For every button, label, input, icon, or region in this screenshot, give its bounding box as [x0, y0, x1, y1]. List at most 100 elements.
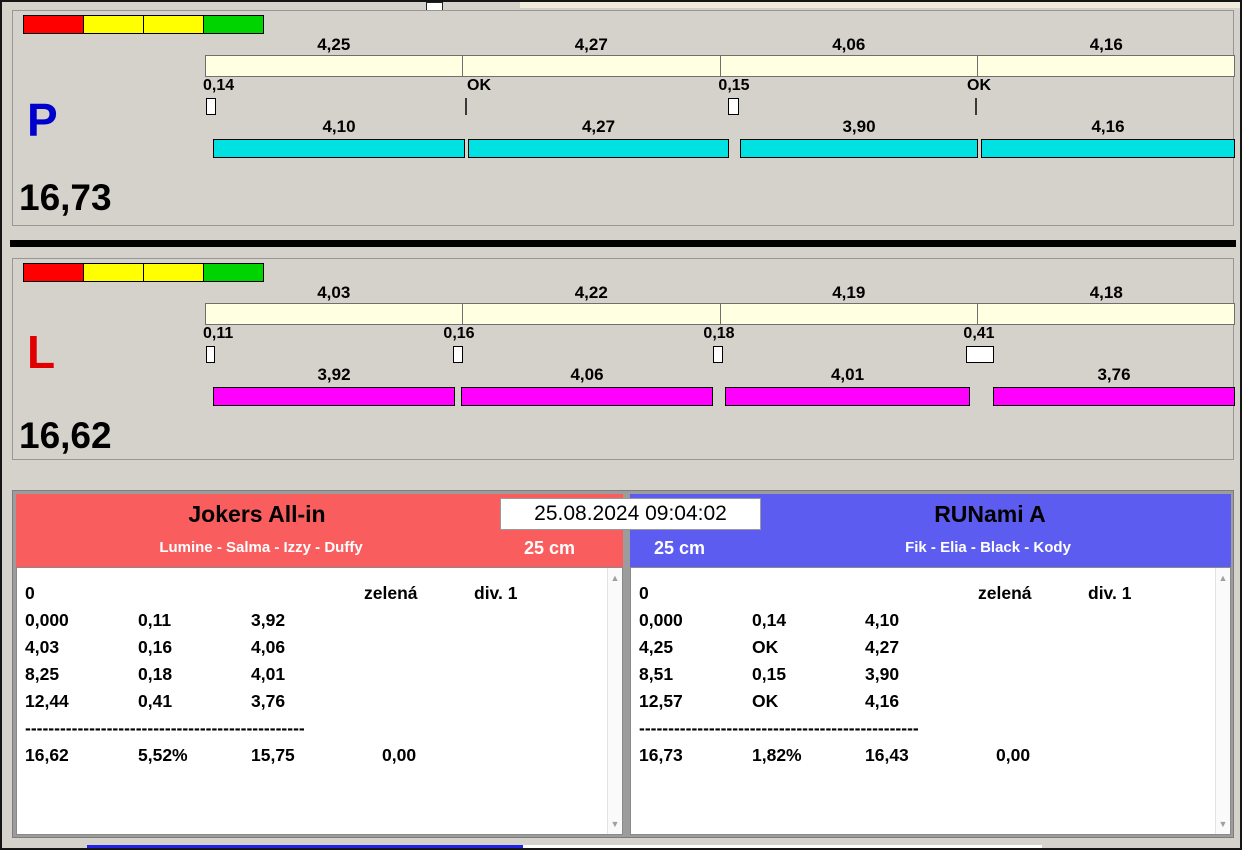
bottom-edge-white-bar	[523, 845, 1042, 848]
light-status: zelená	[978, 583, 1032, 603]
split-bar	[205, 55, 1235, 77]
result-row: 4,25 OK 4,27	[631, 637, 1230, 664]
dog-run-segment: 4,10	[213, 117, 465, 158]
team-panel-left: Jokers All-in Lumine - Salma - Izzy - Du…	[16, 494, 623, 835]
split-time: 4,19	[832, 283, 866, 302]
height-class-label: 25 cm	[524, 538, 576, 558]
results-section: Jokers All-in Lumine - Salma - Izzy - Du…	[12, 490, 1234, 838]
lane-panel-p: 4,25 4,27 4,06 4,16 0,14 OK 0,15 OK 4,10…	[12, 10, 1235, 226]
pass-indicator-box	[728, 98, 739, 115]
result-row-status: 0 zelená div. 1	[631, 583, 1230, 610]
lane-panel-l: 4,03 4,22 4,19 4,18 0,11 0,16 0,18 0,41 …	[12, 258, 1235, 460]
lane-divider	[10, 240, 1236, 247]
pass-time: 0,14	[752, 610, 787, 630]
lane-total-time: 16,73	[19, 177, 112, 218]
pass-time: 0,15	[752, 664, 787, 684]
pass-indicator-box	[966, 346, 994, 363]
team-dogs: Fik - Elia - Black - Kody	[905, 539, 1071, 556]
traffic-light-yellow-1	[83, 263, 144, 282]
scroll-up-icon[interactable]: ▲	[1216, 573, 1230, 583]
dog-time: 4,01	[251, 664, 286, 684]
light-status: zelená	[364, 583, 418, 603]
penalty-percent: 1,82%	[752, 745, 802, 765]
split-cell	[206, 56, 464, 76]
division-label: div. 1	[474, 583, 518, 603]
split-bar	[205, 303, 1235, 325]
cumulative-time: 8,51	[639, 664, 674, 684]
split-cell	[978, 56, 1234, 76]
pass-time-label: 0,41	[963, 325, 995, 342]
dog-run-segment: 4,06	[461, 365, 713, 406]
result-row: 0,000 0,14 4,10	[631, 610, 1230, 637]
pass-ok-tick	[975, 98, 977, 115]
penalty-percent: 5,52%	[138, 745, 188, 765]
dog-run-time: 3,76	[1097, 365, 1131, 384]
scrollbar[interactable]: ▲ ▼	[1215, 568, 1230, 834]
dog-time: 4,27	[865, 637, 900, 657]
pass-ok-tick	[465, 98, 467, 115]
team-results[interactable]: 0 zelená div. 1 0,000 0,11 3,92 4,03 0,1…	[16, 567, 623, 835]
dog-run-time: 4,01	[830, 365, 865, 384]
pass-indicator-box	[453, 346, 463, 363]
cumulative-time: 8,25	[25, 664, 60, 684]
scroll-up-icon[interactable]: ▲	[608, 573, 622, 583]
cumulative-time: 4,03	[25, 637, 60, 657]
bottom-edge-blue-bar	[87, 845, 523, 848]
top-edge-strip	[520, 2, 1240, 8]
result-row: 0,000 0,11 3,92	[17, 610, 622, 637]
result-row-summary: 16,62 5,52% 15,75 0,00	[17, 745, 622, 772]
split-cell	[206, 304, 464, 324]
traffic-light-red	[23, 15, 84, 34]
dog-run-time: 4,06	[570, 365, 604, 384]
traffic-light-green	[203, 15, 264, 34]
split-time: 4,18	[1089, 283, 1123, 302]
traffic-light-yellow-2	[143, 263, 204, 282]
pass-time-label: 0,15	[718, 77, 750, 94]
net-time: 16,43	[865, 745, 909, 765]
traffic-light-yellow-1	[83, 15, 144, 34]
split-cell	[978, 304, 1234, 324]
pass-time-label: 0,16	[443, 325, 475, 342]
dog-time: 4,16	[865, 691, 900, 711]
dog-time: 4,10	[865, 610, 900, 630]
split-time: 4,16	[1089, 35, 1123, 54]
dog-run-segment: 3,90	[740, 117, 978, 158]
dog-time: 4,06	[251, 637, 286, 657]
cumulative-time: 0,000	[639, 610, 683, 630]
lane-total-time: 16,62	[19, 415, 112, 456]
separator-line: ----------------------------------------…	[639, 718, 919, 738]
team-dogs: Lumine - Salma - Izzy - Duffy	[159, 539, 363, 556]
pass-time-label: OK	[467, 77, 491, 94]
pass-time: OK	[752, 691, 779, 711]
dog-run-segment: 4,27	[468, 117, 729, 158]
team-results[interactable]: 0 zelená div. 1 0,000 0,14 4,10 4,25 OK …	[630, 567, 1231, 835]
pass-time: 0,16	[138, 637, 173, 657]
cumulative-time: 12,57	[639, 691, 683, 711]
total-time: 16,62	[25, 745, 69, 765]
dog-run-time: 3,90	[842, 117, 876, 136]
pass-time: 0,11	[138, 610, 172, 630]
scroll-down-icon[interactable]: ▼	[608, 819, 622, 829]
split-time: 4,22	[574, 283, 608, 302]
pass-time-label: OK	[967, 77, 991, 94]
division-label: div. 1	[1088, 583, 1132, 603]
split-cell	[463, 56, 721, 76]
team-name: Jokers All-in	[188, 501, 326, 527]
team-panel-right: RUNami A Fik - Elia - Black - Kody 25 cm…	[630, 494, 1231, 835]
split-cell	[463, 304, 721, 324]
lane-letter: P	[27, 94, 58, 146]
pass-indicator-box	[713, 346, 723, 363]
dog-time: 3,90	[865, 664, 900, 684]
scroll-down-icon[interactable]: ▼	[1216, 819, 1230, 829]
pass-time: 0,41	[138, 691, 173, 711]
faults-value: 0,00	[996, 745, 1031, 765]
split-time: 4,06	[832, 35, 866, 54]
split-time: 4,27	[574, 35, 608, 54]
dog-run-bar	[740, 139, 978, 158]
traffic-light-strip	[23, 15, 264, 34]
scrollbar[interactable]: ▲ ▼	[607, 568, 622, 834]
net-time: 15,75	[251, 745, 295, 765]
dog-run-bar	[725, 387, 970, 406]
result-row-status: 0 zelená div. 1	[17, 583, 622, 610]
faults-value: 0,00	[382, 745, 417, 765]
